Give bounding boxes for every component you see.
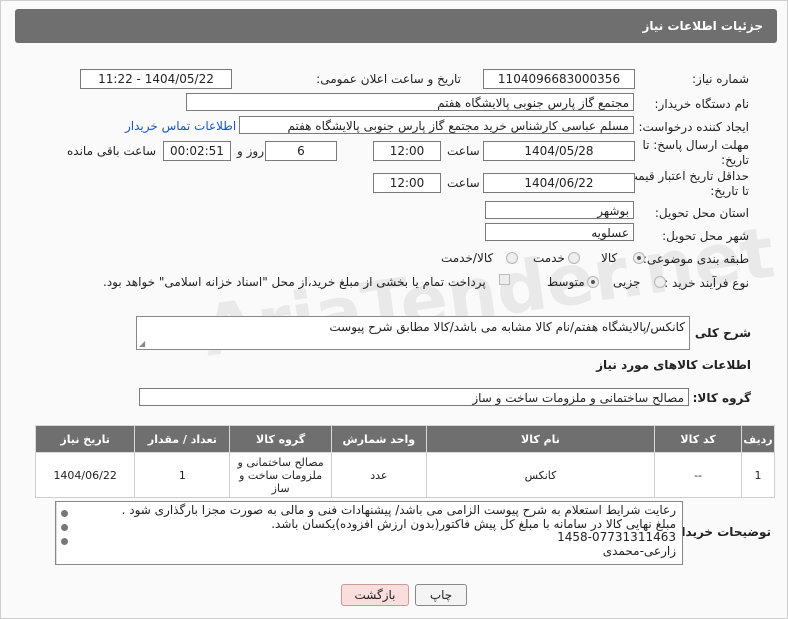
validity-time-label: ساعت — [447, 176, 480, 190]
process-option-medium: متوسط — [547, 275, 585, 289]
notes-line: زارعی-محمدی — [602, 543, 676, 558]
goods-info-title: اطلاعات کالاهای مورد نیاز — [596, 358, 751, 372]
process-option-minor: جزیی — [613, 275, 641, 289]
announce-field: 1404/05/22 - 11:22 — [80, 69, 232, 89]
col-group-header: گروه کالا — [229, 425, 332, 453]
deadline-time-label: ساعت — [447, 144, 480, 158]
notes-line: 1458-07731311463 — [557, 530, 676, 544]
back-button[interactable]: بازگشت — [341, 584, 409, 606]
deadline-date-field: 1404/05/28 — [483, 141, 635, 161]
days-label: روز و — [237, 144, 264, 158]
goods-group-field: مصالح ساختمانی و ملزومات ساخت و ساز — [139, 388, 689, 406]
page-header: جزئیات اطلاعات نیاز — [15, 9, 777, 43]
page-title: جزئیات اطلاعات نیاز — [642, 19, 763, 33]
col-name-header: نام کالا — [425, 425, 656, 453]
deadline-label-2: تاریخ: — [721, 153, 749, 167]
category-option-both: کالا/خدمت — [441, 251, 494, 265]
col-code-header: کد کالا — [654, 425, 743, 453]
city-label: شهر محل تحویل: — [662, 229, 749, 243]
need-number-label: شماره نیاز: — [692, 72, 749, 86]
buyer-org-field: مجتمع گاز پارس جنوبی پالایشگاه هفتم — [186, 93, 634, 111]
col-unit-header: واحد شمارش — [330, 425, 427, 453]
process-label: نوع فرآیند خرید : — [664, 276, 749, 290]
cell-qty: 1 — [134, 452, 231, 498]
contact-info-link[interactable]: اطلاعات تماس خریدار — [125, 119, 236, 133]
notes-box: رعایت شرایط استعلام به شرح پیوست الزامی … — [55, 501, 683, 565]
announce-label: تاریخ و ساعت اعلان عمومی: — [316, 72, 461, 86]
validity-time-field: 12:00 — [373, 173, 441, 193]
scroll-thumb-icon[interactable] — [61, 524, 68, 531]
process-radio-medium[interactable] — [587, 276, 599, 288]
col-qty-header: تعداد / مقدار — [134, 425, 231, 453]
category-radio-goods[interactable] — [633, 252, 645, 264]
table-row: 1 -- کانکس عدد مصالح ساختمانی و ملزومات … — [34, 452, 775, 498]
buyer-org-label: نام دستگاه خریدار: — [654, 97, 750, 111]
treasury-checkbox[interactable] — [499, 274, 510, 285]
notes-label: توضیحات خریدار: — [669, 525, 771, 539]
notes-line: مبلغ نهایی کالا در سامانه با مبلغ کل پیش… — [271, 516, 676, 531]
notes-scrollbar[interactable] — [56, 502, 77, 564]
goods-group-label: گروه کالا: — [692, 391, 751, 405]
remaining-time-field: 00:02:51 — [163, 141, 231, 161]
payment-note: پرداخت تمام یا بخشی از مبلغ خرید،از محل … — [103, 275, 486, 289]
goods-table: ردیف کد کالا نام کالا واحد شمارش گروه کا… — [34, 425, 775, 498]
col-row-header: ردیف — [741, 425, 775, 453]
cell-row: 1 — [741, 452, 775, 498]
category-radio-service[interactable] — [568, 252, 580, 264]
page-frame: جزئیات اطلاعات نیاز AriaTender.net شماره… — [0, 0, 788, 619]
cell-code: -- — [654, 452, 743, 498]
province-field: بوشهر — [485, 201, 634, 219]
validity-date-field: 1404/06/22 — [483, 173, 635, 193]
deadline-time-field: 12:00 — [373, 141, 441, 161]
need-number-field: 1104096683000356 — [483, 69, 635, 89]
table-header-row: ردیف کد کالا نام کالا واحد شمارش گروه کا… — [34, 425, 775, 453]
cell-name: کانکس — [425, 452, 656, 498]
days-field: 6 — [265, 141, 337, 161]
cell-unit: عدد — [330, 452, 427, 498]
process-radio-minor[interactable] — [654, 276, 666, 288]
resize-grip-icon[interactable]: ◢ — [139, 339, 145, 348]
category-radio-both[interactable] — [506, 252, 518, 264]
category-option-service: خدمت — [533, 251, 565, 265]
col-date-header: تاریخ نیاز — [34, 425, 136, 453]
requester-field: مسلم عباسی کارشناس خرید مجتمع گاز پارس ج… — [239, 116, 634, 134]
province-label: استان محل تحویل: — [654, 206, 749, 220]
deadline-label-1: مهلت ارسال پاسخ: تا — [642, 138, 749, 152]
remaining-label: ساعت باقی مانده — [67, 144, 157, 158]
notes-line: رعایت شرایط استعلام به شرح پیوست الزامی … — [121, 503, 676, 517]
category-label: طبقه بندی موضوعی: — [642, 252, 749, 266]
print-button[interactable]: چاپ — [415, 584, 467, 606]
validity-label-1: حداقل تاریخ اعتبار قیمت: — [622, 169, 749, 183]
cell-date: 1404/06/22 — [34, 452, 136, 498]
category-option-goods: کالا — [601, 251, 618, 265]
scroll-down-icon[interactable] — [61, 538, 68, 545]
requester-label: ایجاد کننده درخواست: — [638, 120, 749, 134]
summary-textarea: کانکس/پالایشگاه هفتم/نام کالا مشابه می ب… — [136, 316, 690, 350]
validity-label-2: تا تاریخ: — [710, 184, 749, 198]
city-field: عسلویه — [485, 223, 634, 241]
cell-group: مصالح ساختمانی و ملزومات ساخت و ساز — [229, 452, 332, 498]
scroll-up-icon[interactable] — [61, 510, 68, 517]
summary-text: کانکس/پالایشگاه هفتم/نام کالا مشابه می ب… — [329, 320, 685, 334]
